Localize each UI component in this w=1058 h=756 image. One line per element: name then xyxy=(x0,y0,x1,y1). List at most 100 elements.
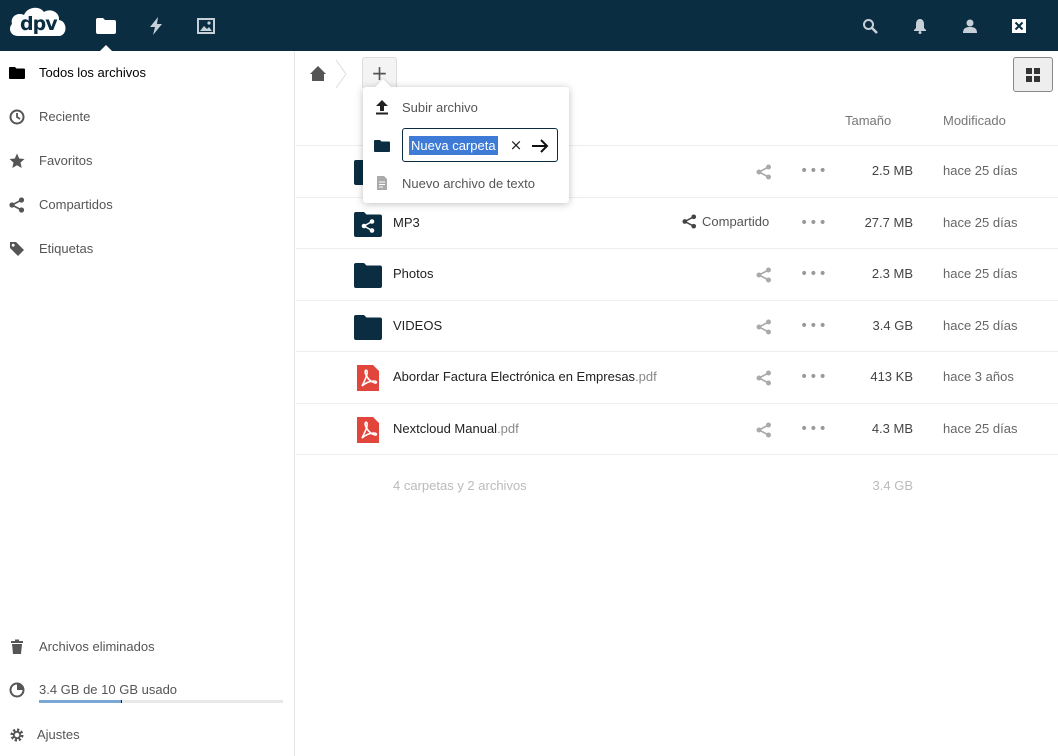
upload-file-label: Subir archivo xyxy=(402,100,478,115)
sidebar-item-settings[interactable]: Ajustes xyxy=(0,713,294,756)
more-options-icon[interactable]: ••• xyxy=(800,421,828,437)
sidebar-item-tags[interactable]: Etiquetas xyxy=(0,227,294,271)
file-name: VIDEOS xyxy=(393,318,443,333)
upload-icon xyxy=(376,100,388,115)
sidebar-item-label: Etiquetas xyxy=(39,241,94,256)
sidebar-item-favorites[interactable]: Favoritos xyxy=(0,139,294,183)
sidebar-item-recent[interactable]: Reciente xyxy=(0,95,294,139)
sidebar-item-all-files[interactable]: Todos los archivos xyxy=(0,51,294,95)
table-row[interactable]: Abordar Factura Electrónica en Empresas.… xyxy=(296,351,1058,403)
file-size: 4.3 MB xyxy=(871,421,913,436)
new-menu-popover: Subir archivo Nueva carpeta × Nuevo arch… xyxy=(363,87,569,203)
more-options-icon[interactable]: ••• xyxy=(800,163,828,179)
logo-text: dpv xyxy=(20,13,58,35)
breadcrumb-separator xyxy=(335,59,347,89)
sidebar-item-label: Reciente xyxy=(39,109,91,124)
gallery-app-button[interactable] xyxy=(181,0,231,51)
files-icon xyxy=(96,17,116,34)
file-modified: hace 25 días xyxy=(943,318,1018,333)
file-modified: hace 25 días xyxy=(943,163,1018,178)
share-icon[interactable] xyxy=(756,267,772,283)
home-icon[interactable] xyxy=(309,65,327,83)
more-options-icon[interactable]: ••• xyxy=(800,318,828,334)
sidebar-item-label: Ajustes xyxy=(37,727,80,742)
file-modified: hace 25 días xyxy=(943,215,1018,230)
sidebar-item-label: Compartidos xyxy=(39,197,113,212)
clear-icon[interactable]: × xyxy=(509,135,523,155)
sidebar-item-shared[interactable]: Compartidos xyxy=(0,183,294,227)
shared-folder-icon xyxy=(354,212,382,237)
sidebar-item-label: Todos los archivos xyxy=(39,65,146,80)
sidebar-item-label: Favoritos xyxy=(39,153,93,168)
notifications-button[interactable] xyxy=(900,0,940,51)
folder-icon xyxy=(9,67,25,79)
sidebar-item-label: Archivos eliminados xyxy=(39,639,155,654)
gallery-icon xyxy=(197,17,215,34)
file-size: 27.7 MB xyxy=(864,215,913,230)
quota-pie-icon xyxy=(9,682,25,698)
folder-icon xyxy=(354,315,382,340)
file-modified: hace 3 años xyxy=(943,369,1014,384)
search-icon xyxy=(863,18,878,34)
activity-app-button[interactable] xyxy=(131,0,181,51)
file-name: Abordar Factura Electrónica en Empresas.… xyxy=(393,369,657,384)
user-menu-button[interactable] xyxy=(999,0,1039,51)
new-text-file-menu-item[interactable]: Nuevo archivo de texto xyxy=(363,164,569,202)
gear-icon xyxy=(10,728,24,742)
share-icon[interactable] xyxy=(756,319,772,335)
trash-icon xyxy=(11,639,23,654)
file-modified: hace 25 días xyxy=(943,266,1018,281)
tag-icon xyxy=(10,242,24,256)
summary-size: 3.4 GB xyxy=(872,478,913,493)
file-size: 3.4 GB xyxy=(872,318,913,333)
activity-icon xyxy=(150,16,162,35)
more-options-icon[interactable]: ••• xyxy=(800,215,828,231)
sidebar-quota: 3.4 GB de 10 GB usado xyxy=(0,668,294,712)
logo[interactable]: dpv xyxy=(6,4,70,38)
file-modified: hace 25 días xyxy=(943,421,1018,436)
pdf-file-icon xyxy=(357,417,379,443)
folder-icon xyxy=(374,140,390,152)
upload-file-menu-item[interactable]: Subir archivo xyxy=(363,88,569,126)
sidebar-item-deleted-files[interactable]: Archivos eliminados xyxy=(0,625,294,669)
table-row[interactable]: MP3 Compartido ••• 27.7 MB hace 25 días xyxy=(296,197,1058,249)
contacts-button[interactable] xyxy=(950,0,990,51)
sidebar: Todos los archivos Reciente Favoritos Co… xyxy=(0,51,295,756)
column-size-header[interactable]: Tamaño xyxy=(845,113,891,128)
file-name: Photos xyxy=(393,266,434,281)
shared-label: Compartido xyxy=(702,214,770,229)
file-name: Nextcloud Manual.pdf xyxy=(393,421,519,436)
new-folder-name-input[interactable]: Nueva carpeta xyxy=(409,136,498,155)
share-icon[interactable] xyxy=(756,370,772,386)
clock-icon xyxy=(9,109,25,125)
file-size: 413 KB xyxy=(870,369,913,384)
more-options-icon[interactable]: ••• xyxy=(800,266,828,282)
quota-bar xyxy=(39,700,283,703)
search-button[interactable] xyxy=(850,0,890,51)
files-app-button[interactable] xyxy=(81,0,131,51)
table-row[interactable]: Nextcloud Manual.pdf ••• 4.3 MB hace 25 … xyxy=(296,403,1058,455)
quota-text: 3.4 GB de 10 GB usado xyxy=(39,682,178,697)
share-icon xyxy=(9,197,25,213)
file-name: MP3 xyxy=(393,215,420,230)
table-row[interactable]: VIDEOS ••• 3.4 GB hace 25 días xyxy=(296,300,1058,352)
column-modified-header[interactable]: Modificado xyxy=(943,113,1006,128)
quota-bar-fill xyxy=(39,700,122,703)
share-icon[interactable] xyxy=(756,164,772,180)
share-icon[interactable] xyxy=(756,422,772,438)
contacts-icon xyxy=(963,19,977,33)
folder-icon xyxy=(354,263,382,288)
summary-count: 4 carpetas y 2 archivos xyxy=(393,478,527,493)
file-size: 2.3 MB xyxy=(871,266,913,281)
new-text-file-label: Nuevo archivo de texto xyxy=(402,176,535,191)
grid-icon xyxy=(1026,67,1040,82)
arrow-right-icon[interactable] xyxy=(530,136,550,156)
pdf-file-icon xyxy=(357,365,379,391)
notifications-icon xyxy=(914,18,926,34)
more-options-icon[interactable]: ••• xyxy=(800,369,828,385)
grid-view-toggle[interactable] xyxy=(1013,57,1053,92)
table-row[interactable]: Photos ••• 2.3 MB hace 25 días xyxy=(296,248,1058,300)
shared-status[interactable]: Compartido xyxy=(682,214,769,229)
text-file-icon xyxy=(377,176,387,190)
share-icon xyxy=(682,214,697,229)
